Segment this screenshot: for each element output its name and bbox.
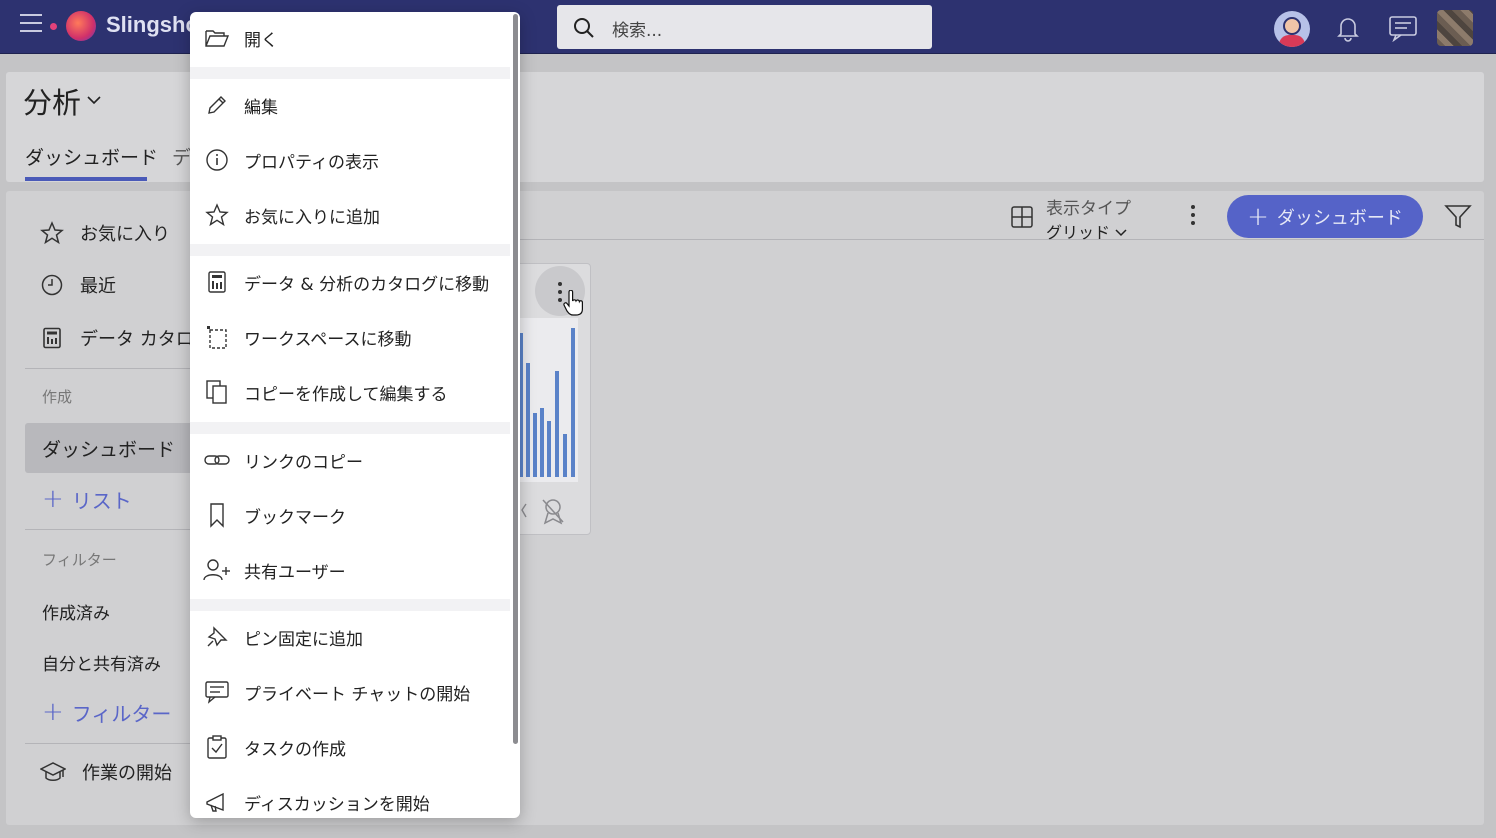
sidebar-item-dashboard-label: ダッシュボード — [42, 439, 176, 461]
menu-item-create-task[interactable]: タスクの作成 — [190, 725, 510, 769]
add-list-button[interactable]: + リスト — [42, 484, 132, 514]
plus-icon: + — [42, 484, 64, 514]
filter-icon[interactable] — [1444, 204, 1472, 230]
menu-item-properties[interactable]: プロパティの表示 — [190, 138, 510, 182]
search-box[interactable]: 検索... — [557, 5, 932, 49]
workspace-icon — [207, 326, 227, 349]
menu-item-label: お気に入りに追加 — [244, 207, 380, 228]
task-icon — [207, 735, 227, 759]
add-filter-label: フィルター — [71, 701, 172, 726]
plus-icon: + — [42, 697, 64, 727]
menu-item-share-users[interactable]: 共有ユーザー — [190, 548, 510, 592]
catalog-icon — [208, 271, 226, 293]
menu-item-copy-edit[interactable]: コピーを作成して編集する — [190, 370, 510, 414]
catalog-icon — [43, 327, 61, 349]
menu-item-open[interactable]: 開く — [190, 16, 510, 60]
more-options-icon[interactable] — [1183, 205, 1203, 229]
certified-badge-off-icon[interactable] — [540, 497, 566, 525]
menu-item-label: 編集 — [244, 97, 278, 118]
view-type-label: 表示タイプ — [1046, 199, 1131, 219]
menu-item-copy-link[interactable]: リンクのコピー — [190, 438, 510, 482]
pin-icon — [207, 626, 228, 647]
sidebar-item-label: 最近 — [80, 276, 116, 297]
view-type-select[interactable]: グリッド — [1046, 219, 1127, 243]
menu-item-bookmark[interactable]: ブックマーク — [190, 493, 510, 537]
menu-item-label: ディスカッションを開始 — [244, 794, 430, 815]
megaphone-icon — [206, 792, 224, 812]
copy-icon — [206, 380, 227, 404]
add-filter-button[interactable]: + フィルター — [42, 697, 171, 727]
new-dashboard-button[interactable]: + ダッシュボード — [1227, 195, 1423, 238]
menu-item-label: データ & 分析のカタログに移動 — [244, 274, 490, 295]
sidebar-section-filter: フィルター — [42, 551, 117, 569]
pencil-icon — [208, 96, 226, 114]
menu-item-label: ワークスペースに移動 — [244, 329, 412, 350]
notification-dot — [50, 23, 57, 30]
star-icon — [40, 221, 64, 245]
tab-active-indicator — [25, 177, 147, 181]
sidebar-filter-shared[interactable]: 自分と共有済み — [42, 650, 161, 675]
add-list-label: リスト — [71, 488, 132, 513]
menu-item-label: ピン固定に追加 — [244, 629, 363, 650]
new-dashboard-label: ダッシュボード — [1276, 207, 1403, 229]
add-user-icon — [203, 559, 230, 581]
sidebar-item-label: 作業の開始 — [82, 763, 172, 784]
menu-item-add-favorite[interactable]: お気に入りに追加 — [190, 193, 510, 237]
chevron-down-icon — [1115, 229, 1127, 237]
sidebar-item-label: お気に入り — [80, 224, 170, 245]
menu-separator — [190, 599, 510, 611]
graduation-cap-icon — [40, 762, 66, 781]
hamburger-menu-icon[interactable] — [20, 14, 46, 40]
menu-item-edit[interactable]: 編集 — [190, 83, 510, 127]
profile-picture[interactable] — [1437, 10, 1473, 46]
menu-item-move-to-catalog[interactable]: データ & 分析のカタログに移動 — [190, 260, 510, 304]
sidebar-item-getting-started[interactable]: 作業の開始 — [40, 759, 172, 785]
info-icon — [206, 149, 228, 171]
star-icon — [205, 203, 229, 227]
menu-separator — [190, 244, 510, 256]
sidebar-item-favorites[interactable]: お気に入り — [40, 220, 170, 246]
menu-separator — [190, 67, 510, 79]
card-thumbnail-chart — [512, 318, 578, 482]
menu-item-label: プライベート チャットの開始 — [244, 684, 471, 705]
menu-item-label: リンクのコピー — [244, 452, 363, 473]
search-icon — [574, 18, 594, 38]
menu-item-label: コピーを作成して編集する — [244, 384, 448, 405]
view-type-value: グリッド — [1046, 223, 1111, 242]
plus-icon: + — [1247, 201, 1269, 232]
tab-dashboard[interactable]: ダッシュボード — [25, 143, 158, 170]
bookmark-icon — [210, 503, 224, 528]
menu-item-label: ブックマーク — [244, 507, 346, 528]
grid-view-icon[interactable] — [1011, 206, 1033, 228]
menu-separator — [190, 422, 510, 434]
messages-icon[interactable] — [1388, 14, 1418, 42]
bell-icon[interactable] — [1334, 14, 1362, 42]
context-menu: 開く 編集 プロパティの表示 お気に入りに追加 データ & 分析のカタログに移動… — [190, 12, 520, 818]
folder-open-icon — [205, 30, 230, 47]
menu-scrollbar[interactable] — [513, 14, 518, 744]
hand-cursor-icon — [563, 290, 583, 316]
menu-item-label: プロパティの表示 — [244, 152, 379, 173]
menu-item-label: タスクの作成 — [244, 739, 346, 760]
menu-item-label: 共有ユーザー — [244, 562, 346, 583]
bar-chart-thumbnail — [519, 328, 575, 477]
chat-icon — [205, 681, 229, 704]
search-placeholder: 検索... — [612, 21, 663, 41]
menu-item-pin[interactable]: ピン固定に追加 — [190, 615, 510, 659]
sidebar-item-recent[interactable]: 最近 — [40, 272, 116, 298]
menu-item-label: 開く — [244, 30, 278, 51]
chevron-down-icon[interactable] — [86, 94, 102, 106]
tab-data[interactable]: デ — [172, 143, 191, 170]
menu-item-move-to-workspace[interactable]: ワークスペースに移動 — [190, 315, 510, 359]
clock-icon — [41, 274, 63, 296]
menu-item-private-chat[interactable]: プライベート チャットの開始 — [190, 670, 510, 714]
sidebar-section-create: 作成 — [42, 388, 73, 406]
menu-item-start-discussion[interactable]: ディスカッションを開始 — [190, 780, 510, 818]
app-logo-icon — [66, 11, 96, 41]
sidebar-item-data-catalog[interactable]: データ カタログ — [40, 325, 212, 351]
sidebar-filter-created[interactable]: 作成済み — [42, 599, 110, 624]
user-avatar[interactable] — [1274, 11, 1310, 47]
page-title[interactable]: 分析 — [23, 80, 81, 122]
link-icon — [204, 455, 230, 465]
